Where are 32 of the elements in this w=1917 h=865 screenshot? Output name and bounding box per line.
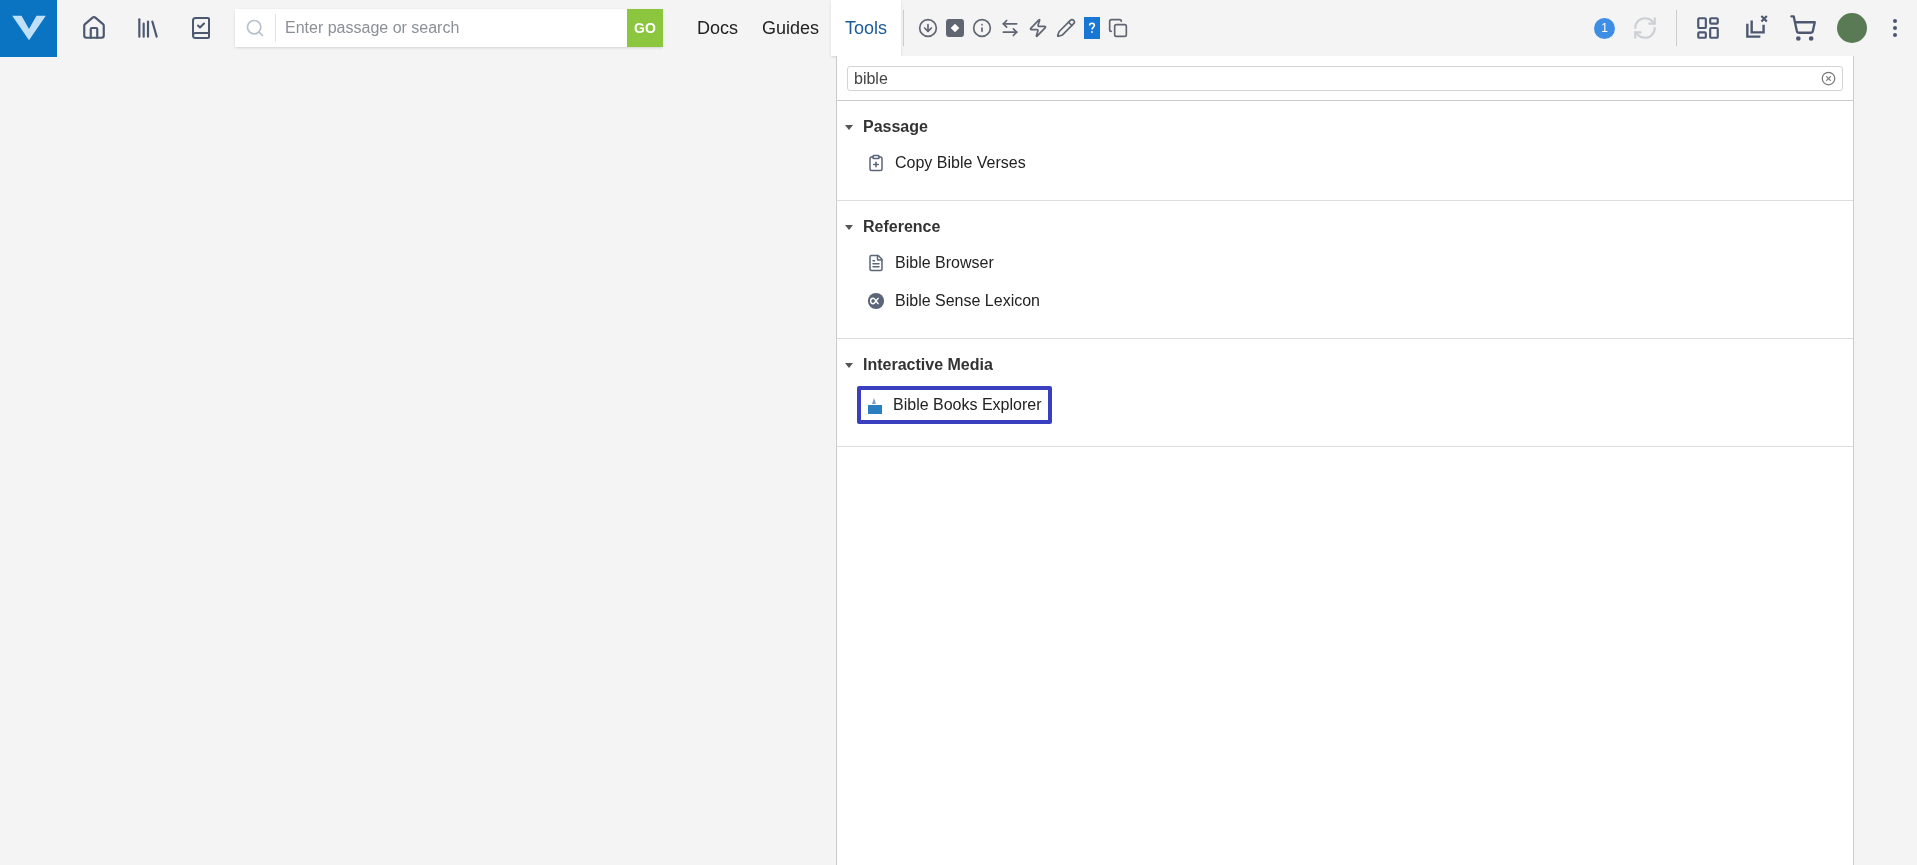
- nav-tab[interactable]: Tools: [831, 0, 902, 56]
- nav-tab[interactable]: Docs: [685, 0, 750, 56]
- nav-tab[interactable]: Guides: [750, 0, 832, 56]
- caret-icon[interactable]: [845, 223, 853, 231]
- section-title: Interactive Media: [863, 355, 993, 375]
- clear-icon[interactable]: [1821, 71, 1836, 86]
- section-title: Passage: [863, 117, 928, 137]
- tool-item[interactable]: Bible Browser: [857, 248, 1004, 278]
- tool-item[interactable]: Copy Bible Verses: [857, 148, 1036, 178]
- stacked-pages-button[interactable]: [1108, 18, 1129, 38]
- tool-item[interactable]: Bible Sense Lexicon: [857, 286, 1050, 316]
- help-book-button[interactable]: [1084, 17, 1101, 39]
- question-mark-icon: [1088, 22, 1097, 34]
- document-list-icon: [867, 254, 885, 272]
- home-icon[interactable]: [81, 15, 107, 41]
- app-logo[interactable]: [0, 0, 57, 57]
- caret-icon[interactable]: [845, 361, 853, 369]
- search-icon: [245, 18, 265, 38]
- info-button[interactable]: [972, 18, 993, 38]
- clipboard-plus-icon: [867, 154, 885, 172]
- close-windows-icon[interactable]: [1743, 15, 1769, 41]
- library-books-icon[interactable]: [135, 15, 161, 41]
- layout-icon[interactable]: [1695, 15, 1721, 41]
- cart-icon[interactable]: [1789, 14, 1817, 42]
- lightning-button[interactable]: [1028, 18, 1049, 38]
- avatar[interactable]: [1837, 13, 1867, 43]
- tool-item[interactable]: Bible Books Explorer: [857, 386, 1052, 424]
- section-title: Reference: [863, 217, 941, 237]
- checked-book-icon[interactable]: [189, 16, 213, 40]
- caret-icon[interactable]: [845, 123, 853, 131]
- search-field[interactable]: Enter passage or search: [276, 16, 627, 40]
- download-button[interactable]: [918, 18, 939, 38]
